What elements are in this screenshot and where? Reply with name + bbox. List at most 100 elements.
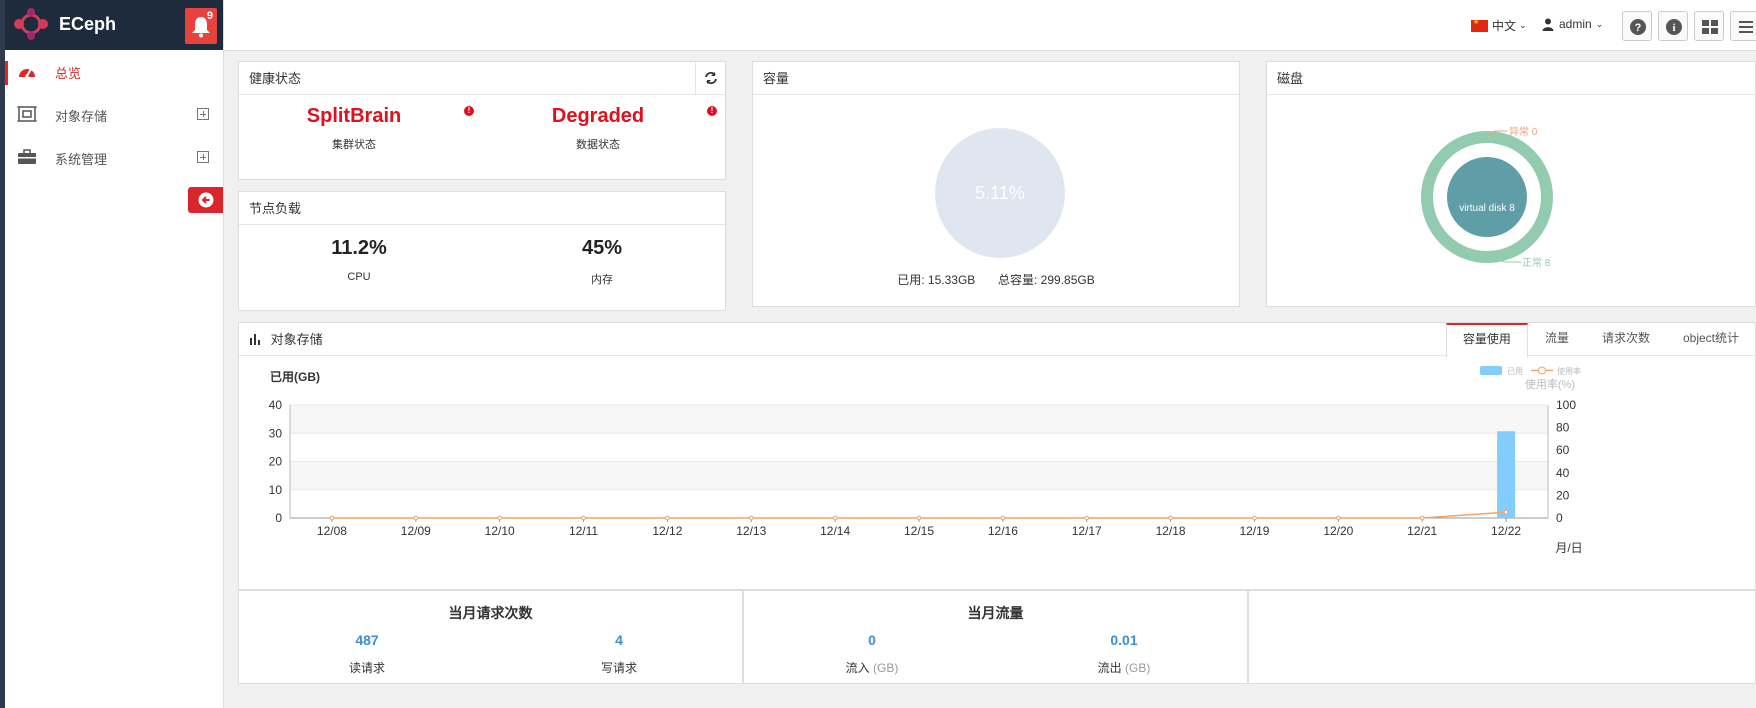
y2-tick-label: 20 [1556,488,1570,502]
usage-rate-point [1503,509,1509,515]
memory-label: 内存 [591,274,613,286]
x-tick-label: 12/16 [988,524,1018,538]
notification-button[interactable]: 9 [185,8,217,44]
language-selector[interactable]: 中文 ⌄ [1471,17,1527,34]
tab-capacity-usage[interactable]: 容量使用 [1445,323,1528,357]
help-button[interactable]: ? [1622,11,1652,41]
x-tick-label: 12/12 [652,524,682,538]
tab-object-stats[interactable]: object统计 [1666,323,1755,356]
outbound-value: 0.01 [1110,632,1138,648]
chart-band [290,489,1548,518]
y-tick-label: 20 [269,455,283,469]
cpu-stat: 11.2% CPU [309,237,409,283]
sidebar-item-label: 系统管理 [55,152,108,167]
refresh-icon [705,72,717,84]
sidebar-item-system-management[interactable]: 系统管理 [5,137,223,180]
disk-panel: 磁盘 virtual disk 8 异常 0 正常 8 [1266,61,1756,307]
svg-text:?: ? [1635,22,1642,34]
capacity-used: 已用: 15.33GB [897,273,976,287]
bar [1497,431,1516,518]
disk-donut: virtual disk 8 异常 0 正常 8 [1421,125,1553,269]
read-requests-value: 487 [355,632,379,648]
chevron-down-icon: ⌄ [1595,18,1604,29]
warning-icon[interactable]: ! [464,106,474,116]
summary-empty-panel [1248,590,1756,684]
capacity-summary: 已用: 15.33GB 总容量: 299.85GB [753,271,1239,288]
y-axis-title: 已用(GB) [270,370,320,384]
x-tick-label: 12/13 [736,524,766,538]
legend-marker-usage-rate [1538,366,1546,375]
expand-icon[interactable] [197,108,209,120]
x-tick-label: 12/08 [317,524,347,538]
x-tick-label: 12/18 [1156,524,1186,538]
cluster-status-label: 集群状态 [332,139,376,151]
expand-icon[interactable] [197,151,209,163]
object-storage-panel: 对象存储 容量使用 流量 请求次数 object统计 0 10 20 30 40 0 20 4… [238,322,1756,590]
sidebar-item-object-storage[interactable]: 对象存储 [5,94,223,137]
usage-rate-point [1419,515,1425,521]
grid-view-button[interactable] [1694,11,1724,41]
y2-tick-label: 80 [1556,421,1570,435]
chart-tabs: 容量使用 流量 请求次数 object统计 [1445,323,1755,357]
x-axis-title: 月/日 [1555,541,1582,555]
tab-traffic[interactable]: 流量 [1528,323,1585,356]
capacity-pie: 5.11% [935,128,1065,258]
disk-center-label: virtual disk 8 [1459,203,1515,214]
china-flag-icon [1471,18,1488,32]
data-status-value: Degraded [551,105,645,127]
usage-rate-point [832,515,838,521]
disk-normal-label: 正常 8 [1522,256,1551,269]
warning-icon[interactable]: ! [707,106,717,116]
write-requests-label: 写请求 [600,661,637,675]
main-content: 中文 ⌄ admin ⌄ ? i 健康状态 SplitBrain 集群状态 [224,0,1756,708]
capacity-percent: 5.11% [975,183,1025,203]
usage-rate-point [497,515,502,521]
usage-rate-point [748,515,754,521]
chevron-down-icon: ⌄ [1519,20,1527,30]
collapse-sidebar-button[interactable] [188,187,224,213]
disk-center [1447,157,1527,237]
storage-icon [17,105,41,126]
x-tick-label: 12/10 [485,524,515,538]
x-tick-label: 12/19 [1239,524,1269,538]
app-logo-icon[interactable] [9,6,53,45]
tab-request-count[interactable]: 请求次数 [1585,323,1666,356]
sidebar-item-label: 对象存储 [55,109,108,124]
y2-tick-label: 100 [1556,398,1576,412]
y2-axis-title: 使用率(%) [1525,377,1575,391]
panel-title: 健康状态 [239,62,725,95]
inbound-value: 0 [868,632,876,648]
monthly-traffic-panel: 当月流量 0 流入 (GB) 0.01 流出 (GB) [743,590,1248,684]
read-requests-label: 读请求 [348,661,385,675]
x-tick-label: 12/21 [1407,524,1437,538]
cluster-status-value: SplitBrain [306,105,402,127]
x-tick-label: 12/15 [904,524,934,538]
refresh-button[interactable] [695,62,725,95]
usage-rate-point [1168,515,1173,521]
app-name: ECeph [59,14,117,34]
monthly-requests-title: 当月请求次数 [448,605,533,621]
user-menu[interactable]: admin ⌄ [1542,17,1603,31]
legend-label-used: 已用 [1507,367,1523,376]
y-tick-label: 40 [269,398,283,412]
node-load-panel: 节点负载 11.2% CPU 45% 内存 [238,191,726,311]
sidebar-item-overview[interactable]: 总览 [5,51,223,94]
chart-band [290,433,1548,462]
write-requests-value: 4 [615,632,623,648]
x-tick-label: 12/09 [401,524,431,538]
memory-stat: 45% 内存 [552,237,652,287]
info-button[interactable]: i [1658,11,1688,41]
usage-rate-point [665,515,670,521]
grid-icon [1702,20,1718,34]
x-tick-label: 12/11 [569,524,598,538]
sidebar-item-label: 总览 [55,66,82,81]
language-label: 中文 [1492,19,1517,33]
menu-button[interactable] [1730,11,1756,41]
x-tick-label: 12/14 [820,524,850,538]
x-tick-label: 12/17 [1072,524,1102,538]
usage-rate-point [413,515,419,521]
legend-swatch-used [1480,366,1502,375]
y2-tick-label: 40 [1556,466,1570,480]
notification-badge: 9 [206,10,213,22]
panel-title: 节点负载 [239,192,725,225]
